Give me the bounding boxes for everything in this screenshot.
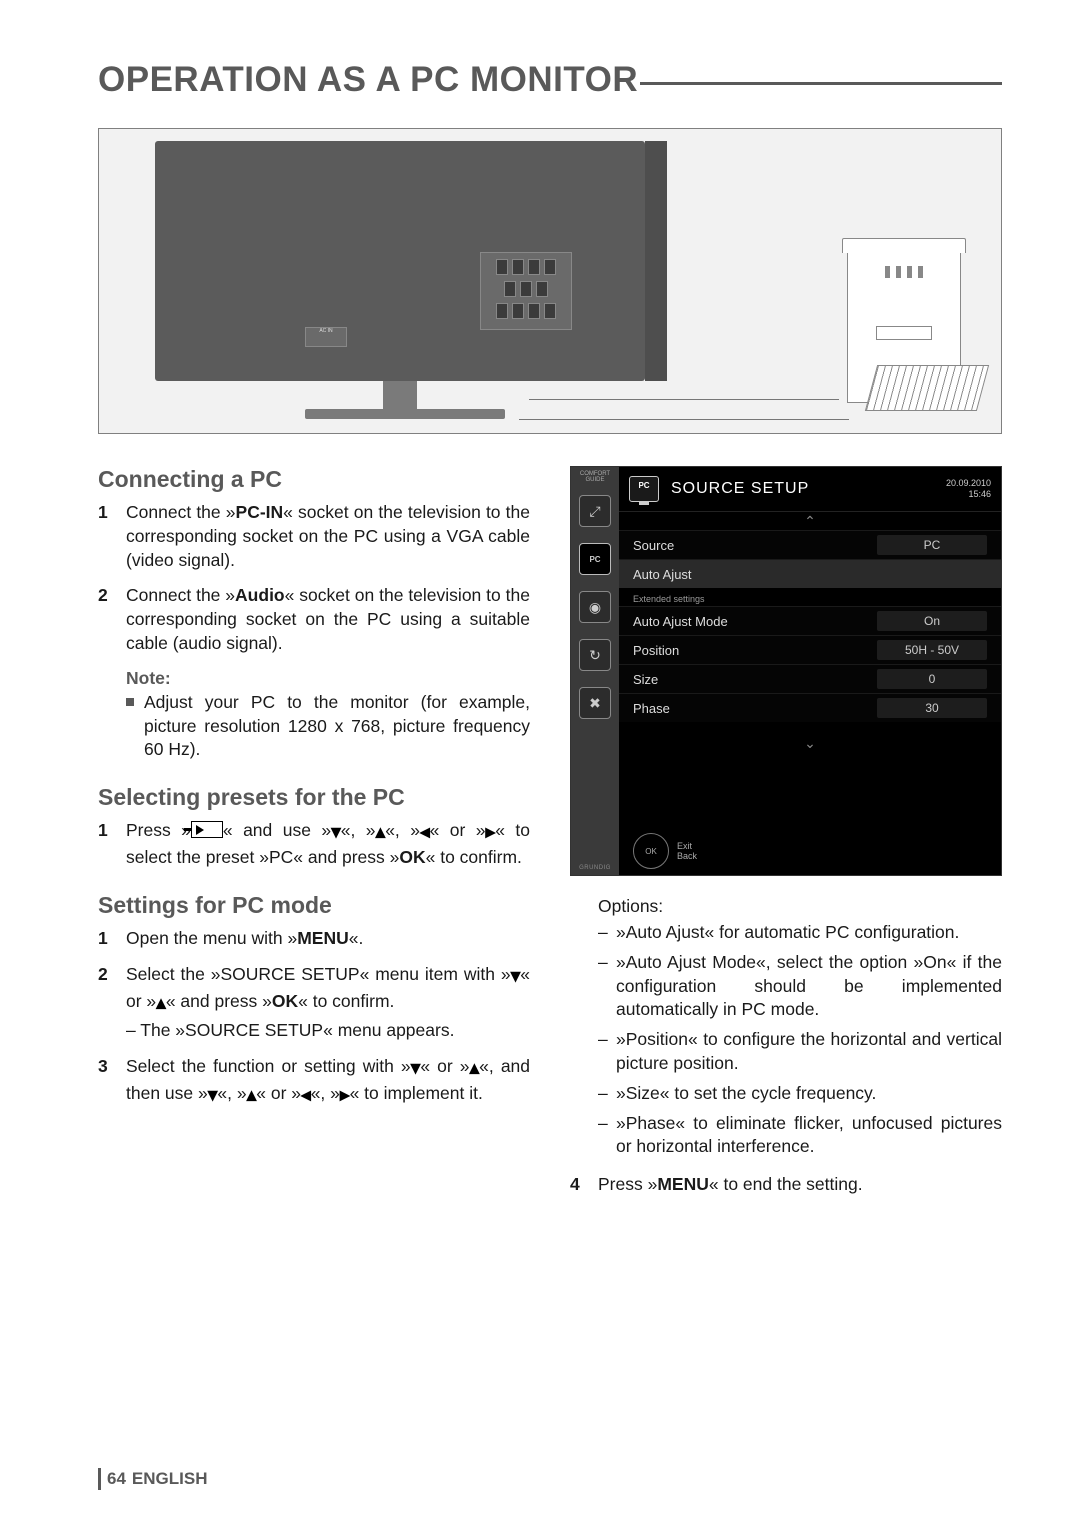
option-item: »Auto Ajust Mode«, select the option »On… xyxy=(570,951,1002,1022)
options-list: »Auto Ajust« for automatic PC configurat… xyxy=(570,921,1002,1159)
title-rule xyxy=(640,82,1002,85)
acin-label: AC IN xyxy=(305,327,347,347)
osd-screenshot: COMFORT GUIDE ⤢ PC ◉ ↻ ✖ GRUNDIG PC SOUR… xyxy=(570,466,1002,876)
connecting-step-2: Connect the »Audio« socket on the televi… xyxy=(98,584,530,655)
osd-title: SOURCE SETUP xyxy=(671,480,946,498)
osd-row-position: Position 50H - 50V xyxy=(619,635,1001,664)
osd-row-phase: Phase 30 xyxy=(619,693,1001,722)
osd-side-icon-refresh: ↻ xyxy=(579,639,611,671)
osd-extended-label: Extended settings xyxy=(619,588,1001,606)
right-column: COMFORT GUIDE ⤢ PC ◉ ↻ ✖ GRUNDIG PC SOUR… xyxy=(570,462,1002,1209)
note-heading: Note: xyxy=(126,668,530,689)
settings-step-3: Select the function or setting with »« o… xyxy=(98,1055,530,1109)
settings-step4-list: Press »MENU« to end the setting. xyxy=(570,1173,1002,1197)
settings-step-4: Press »MENU« to end the setting. xyxy=(570,1173,1002,1197)
option-item: »Auto Ajust« for automatic PC configurat… xyxy=(570,921,1002,945)
osd-side-icon-pc: PC xyxy=(579,543,611,575)
osd-scroll-up-icon: ⌃ xyxy=(619,512,1001,530)
connection-diagram: ⚠ AC IN xyxy=(98,128,1002,434)
keyboard-icon xyxy=(865,365,989,411)
osd-side-icon-display: ⤢ xyxy=(579,495,611,527)
page-title: OPERATION AS A PC MONITOR xyxy=(98,60,1002,100)
presets-steps: Press »« and use »«, »«, »« or »« to sel… xyxy=(98,819,530,870)
osd-ok-icon: OK xyxy=(633,833,669,869)
left-column: Connecting a PC Connect the »PC-IN« sock… xyxy=(98,462,530,1209)
connecting-steps: Connect the »PC-IN« socket on the televi… xyxy=(98,501,530,656)
osd-scroll-down-icon: ⌄ xyxy=(619,734,1001,752)
settings-steps: Open the menu with »MENU«. Select the »S… xyxy=(98,927,530,1109)
page-number: 64 xyxy=(107,1469,126,1489)
option-item: »Size« to set the cycle frequency. xyxy=(570,1082,1002,1106)
option-item: »Position« to configure the horizontal a… xyxy=(570,1028,1002,1076)
osd-brand: GRUNDIG xyxy=(579,865,611,871)
options-heading: Options: xyxy=(598,896,1002,917)
heading-connecting: Connecting a PC xyxy=(98,466,530,493)
osd-comfort-guide-label: COMFORT GUIDE xyxy=(575,467,615,487)
heading-presets: Selecting presets for the PC xyxy=(98,784,530,811)
osd-row-size: Size 0 xyxy=(619,664,1001,693)
osd-side-icon-eye: ◉ xyxy=(579,591,611,623)
osd-row-source: Source PC xyxy=(619,530,1001,559)
heading-settings: Settings for PC mode xyxy=(98,892,530,919)
page-footer: 64 ENGLISH xyxy=(98,1468,207,1490)
settings-step-1: Open the menu with »MENU«. xyxy=(98,927,530,951)
osd-footer: OK Exit Back xyxy=(633,833,697,869)
connecting-step-1: Connect the »PC-IN« socket on the televi… xyxy=(98,501,530,572)
osd-row-auto-ajust: Auto Ajust xyxy=(619,559,1001,588)
osd-side-icon-tools: ✖ xyxy=(579,687,611,719)
osd-pc-icon: PC xyxy=(629,476,659,502)
settings-step-2: Select the »SOURCE SETUP« menu item with… xyxy=(98,963,530,1043)
option-item: »Phase« to eliminate flicker, unfocused … xyxy=(570,1112,1002,1160)
title-text: OPERATION AS A PC MONITOR xyxy=(98,60,638,100)
presets-step-1: Press »« and use »«, »«, »« or »« to sel… xyxy=(98,819,530,870)
osd-datetime: 20.09.2010 15:46 xyxy=(946,478,991,500)
note-text: Adjust your PC to the monitor (for examp… xyxy=(98,691,530,762)
page-language: ENGLISH xyxy=(132,1469,208,1489)
osd-row-auto-ajust-mode: Auto Ajust Mode On xyxy=(619,606,1001,635)
